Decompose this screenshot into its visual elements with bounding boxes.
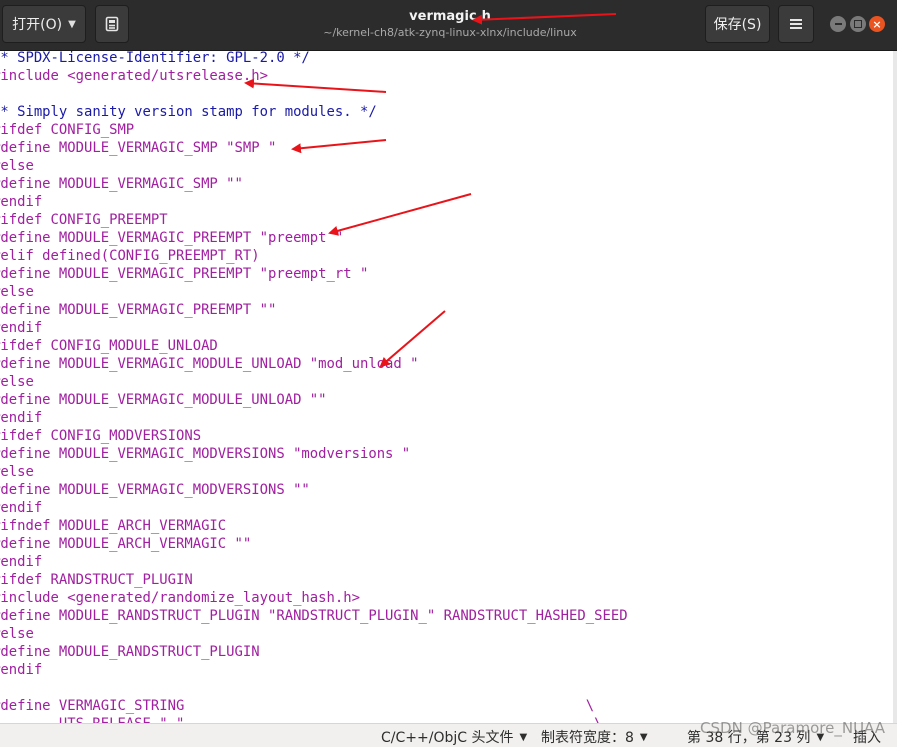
window-title-area: vermagic.h ~/kernel-ch8/atk-zynq-linux-x… [250, 8, 650, 40]
code-line: #define MODULE_RANDSTRUCT_PLUGIN "RANDST… [0, 608, 628, 624]
code-line: #include <generated/utsrelease.h> [0, 68, 268, 84]
save-button-label: 保存(S) [713, 17, 762, 33]
code-line: #ifdef CONFIG_PREEMPT [0, 212, 168, 228]
code-line: #include <generated/randomize_layout_has… [0, 590, 360, 606]
save-button[interactable]: 保存(S) [705, 5, 770, 43]
code-line: /* Simply sanity version stamp for modul… [0, 104, 377, 120]
code-line: #ifdef CONFIG_MODVERSIONS [0, 428, 202, 444]
tab-width-label: 制表符宽度：8 [541, 730, 634, 746]
language-label: C/C++/ObjC 头文件 [381, 730, 514, 746]
file-path: ~/kernel-ch8/atk-zynq-linux-xlnx/include… [323, 26, 577, 39]
code-line: #define MODULE_VERMAGIC_SMP "" [0, 176, 243, 192]
code-line: #else [0, 626, 34, 642]
code-line: #define MODULE_VERMAGIC_MODVERSIONS "" [0, 482, 310, 498]
code-line: #endif [0, 500, 43, 516]
code-line: #define MODULE_VERMAGIC_MODULE_UNLOAD "" [0, 392, 327, 408]
code-line: UTS_RELEASE " " \ [0, 715, 603, 723]
hamburger-menu-button[interactable] [778, 5, 814, 43]
new-document-icon [105, 16, 119, 32]
code-editor[interactable]: /* SPDX-License-Identifier: GPL-2.0 */ #i… [0, 51, 893, 723]
code-line: #else [0, 464, 34, 480]
code-line: #else [0, 158, 34, 174]
new-document-button[interactable] [95, 5, 129, 43]
chevron-down-icon: ▼ [68, 18, 76, 30]
code-line: #define MODULE_VERMAGIC_MODULE_UNLOAD "m… [0, 356, 419, 372]
code-line: #elif defined(CONFIG_PREEMPT_RT) [0, 248, 260, 264]
code-line: #else [0, 284, 34, 300]
code-line: #define VERMAGIC_STRING \ [0, 698, 595, 714]
open-button[interactable]: 打开(O) ▼ [2, 5, 86, 43]
code-line: #ifndef MODULE_ARCH_VERMAGIC [0, 518, 227, 534]
code-line: #define MODULE_VERMAGIC_PREEMPT "preempt… [0, 266, 369, 282]
code-line: #define MODULE_VERMAGIC_SMP "SMP " [0, 140, 277, 156]
open-button-label: 打开(O) [12, 17, 63, 33]
hamburger-menu-icon [790, 19, 802, 29]
chevron-down-icon: ▼ [519, 731, 528, 743]
code-line: #endif [0, 554, 43, 570]
code-line: #ifdef CONFIG_MODULE_UNLOAD [0, 338, 218, 354]
tab-width-selector[interactable]: 制表符宽度：8 ▼ [541, 727, 648, 747]
code-line: /* SPDX-License-Identifier: GPL-2.0 */ [0, 51, 310, 66]
code-line: #ifdef CONFIG_SMP [0, 122, 135, 138]
vertical-scrollbar[interactable] [893, 51, 897, 723]
maximize-icon[interactable] [850, 16, 866, 32]
code-line: #define MODULE_VERMAGIC_PREEMPT "" [0, 302, 277, 318]
code-line: #endif [0, 320, 43, 336]
watermark: CSDN @Paramore_NUAA [700, 719, 885, 737]
close-icon[interactable]: × [869, 16, 885, 32]
code-line: #endif [0, 194, 43, 210]
code-line: #endif [0, 662, 43, 678]
code-line: #endif [0, 410, 43, 426]
code-line: #define MODULE_ARCH_VERMAGIC "" [0, 536, 252, 552]
language-selector[interactable]: C/C++/ObjC 头文件 ▼ [381, 727, 527, 747]
code-line: #ifdef RANDSTRUCT_PLUGIN [0, 572, 193, 588]
code-line: #define MODULE_VERMAGIC_PREEMPT "preempt… [0, 230, 344, 246]
minimize-icon[interactable] [830, 16, 846, 32]
code-line: #else [0, 374, 34, 390]
code-line: #define MODULE_RANDSTRUCT_PLUGIN [0, 644, 260, 660]
code-line: #define MODULE_VERMAGIC_MODVERSIONS "mod… [0, 446, 411, 462]
header-bar: 打开(O) ▼ vermagic.h ~/kernel-ch8/atk-zynq… [0, 0, 897, 51]
chevron-down-icon: ▼ [639, 731, 648, 743]
window-title: vermagic.h [409, 9, 491, 24]
